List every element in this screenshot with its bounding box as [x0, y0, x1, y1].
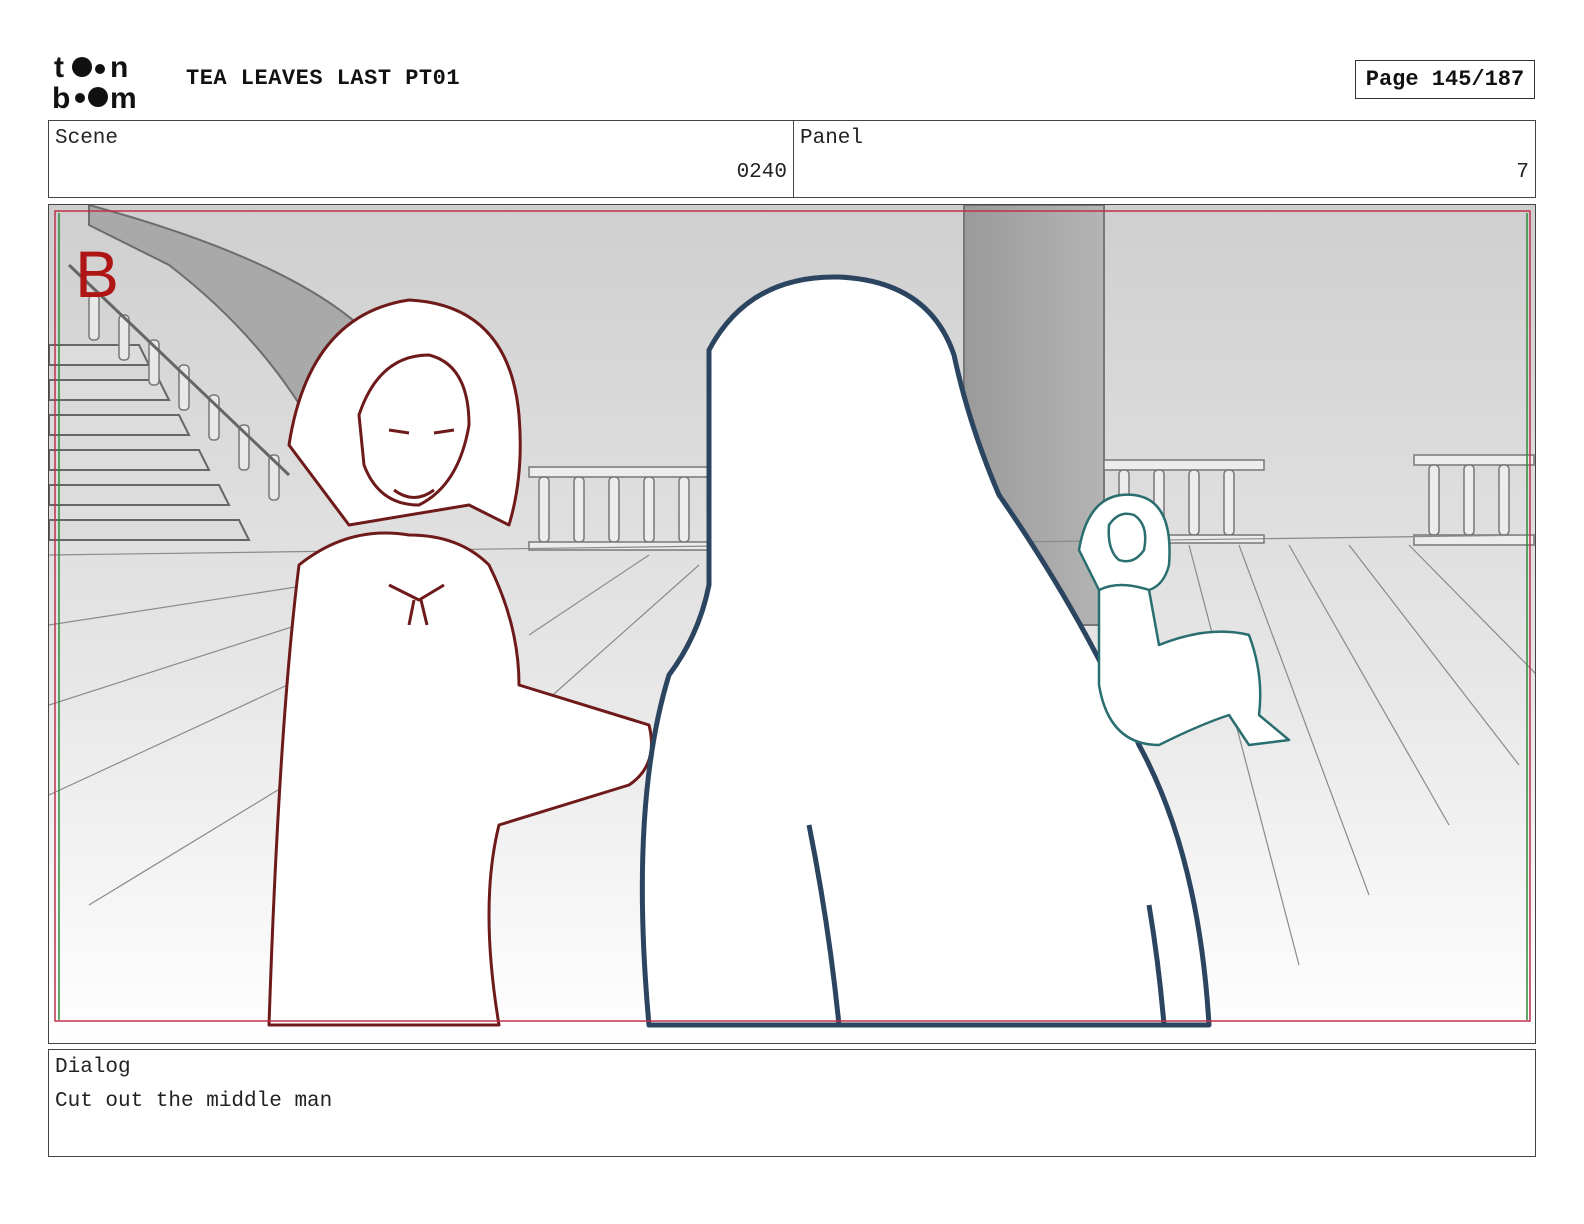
toon-boom-logo: t n b m	[52, 51, 137, 112]
svg-text:m: m	[110, 82, 137, 112]
svg-text:b: b	[52, 82, 70, 112]
panel-marker: B	[75, 237, 119, 311]
page-indicator: Page 145/187	[1355, 60, 1535, 99]
scene-field: Scene 0240	[48, 120, 794, 198]
panel-number: 7	[1516, 161, 1529, 184]
storyboard-sketch: B	[49, 205, 1535, 1043]
svg-text:t: t	[54, 51, 64, 84]
panel-label: Panel	[800, 127, 864, 150]
scene-number: 0240	[736, 161, 787, 184]
dialog-text: Cut out the middle man	[55, 1090, 333, 1113]
panel-field: Panel 7	[793, 120, 1536, 198]
storyboard-panel-image: B	[48, 204, 1536, 1044]
project-title: TEA LEAVES LAST PT01	[186, 66, 461, 91]
dialog-field: Dialog Cut out the middle man	[48, 1049, 1536, 1157]
scene-label: Scene	[55, 127, 119, 150]
dialog-label: Dialog	[55, 1056, 131, 1079]
svg-text:n: n	[110, 51, 128, 84]
